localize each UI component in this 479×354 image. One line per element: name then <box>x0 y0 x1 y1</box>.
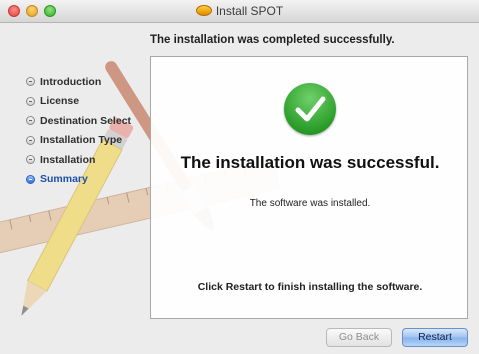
step-label: Introduction <box>40 75 102 88</box>
window-title-group: Install SPOT <box>0 3 479 19</box>
checkmark-icon <box>284 83 336 135</box>
step-label: License <box>40 95 80 108</box>
summary-panel: The installation was successful. The sof… <box>150 56 468 319</box>
step-done-icon <box>26 135 35 145</box>
step-installation: Installation <box>26 150 156 170</box>
install-app-icon <box>195 5 212 16</box>
restart-instruction: Click Restart to finish installing the s… <box>197 281 423 293</box>
title-bar[interactable]: Install SPOT <box>0 0 479 23</box>
step-destination-select: Destination Select <box>26 111 156 131</box>
step-license: License <box>26 92 156 112</box>
step-installation-type: Installation Type <box>26 131 156 151</box>
restart-button[interactable]: Restart <box>402 328 468 347</box>
step-label: Installation Type <box>40 134 123 147</box>
installer-window: Install SPOT The installation was comple… <box>0 0 479 354</box>
step-done-icon <box>26 96 35 106</box>
step-label: Summary <box>40 173 88 186</box>
installer-steps-sidebar: Introduction License Destination Select … <box>26 72 156 189</box>
success-headline: The installation was successful. <box>180 153 440 172</box>
step-done-icon <box>26 116 35 126</box>
step-done-icon <box>26 155 35 165</box>
installer-header: The installation was completed successfu… <box>150 34 395 46</box>
go-back-button[interactable]: Go Back <box>326 328 392 347</box>
success-subline: The software was installed. <box>249 198 371 209</box>
step-done-icon <box>26 77 35 87</box>
step-introduction: Introduction <box>26 72 156 92</box>
step-summary: Summary <box>26 170 156 190</box>
step-label: Installation <box>40 153 96 166</box>
window-title: Install SPOT <box>215 4 284 18</box>
step-label: Destination Select <box>40 114 132 127</box>
step-current-icon <box>26 174 35 184</box>
